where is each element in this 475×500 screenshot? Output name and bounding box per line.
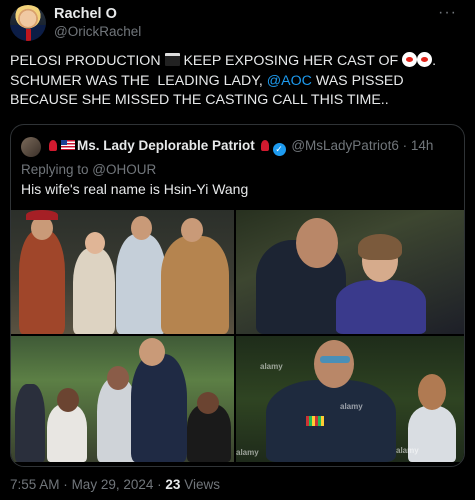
photo-embrace[interactable] xyxy=(236,210,464,334)
replying-prefix: Replying to xyxy=(21,162,93,177)
avatar-tie xyxy=(26,29,31,41)
quoted-timestamp[interactable]: 14h xyxy=(411,138,434,153)
figure-head xyxy=(57,388,79,412)
separator-dot: · xyxy=(157,477,162,492)
figure xyxy=(266,380,396,462)
sunglasses xyxy=(320,356,350,363)
views-label: Views xyxy=(184,477,220,492)
figure-head xyxy=(107,366,129,390)
separator-dot: · xyxy=(402,138,408,153)
figure xyxy=(116,234,166,334)
avatar[interactable] xyxy=(10,5,46,41)
views-count: 23 xyxy=(165,477,181,492)
tweet: Rachel O @OrickRachel ··· PELOSI PRODUCT… xyxy=(0,0,475,500)
figure-head xyxy=(197,392,219,414)
figure xyxy=(19,230,65,334)
rose-icon xyxy=(260,140,269,151)
verified-badge-icon: ✓ xyxy=(272,143,286,156)
replying-to: Replying to @OHOUR xyxy=(21,162,156,177)
replying-to-handle[interactable]: @OHOUR xyxy=(92,162,156,177)
watermark: alamy xyxy=(260,362,283,371)
figure-head xyxy=(139,338,165,366)
quoted-text: His wife's real name is Hsin-Yi Wang xyxy=(21,181,249,197)
ribbons xyxy=(306,416,324,426)
figure xyxy=(161,236,229,334)
us-flag-icon xyxy=(61,140,75,150)
tweet-text-segment: PELOSI PRODUCTION xyxy=(10,53,165,69)
figure-head xyxy=(85,232,105,254)
figure xyxy=(131,354,187,462)
clapperboard-icon xyxy=(164,53,180,66)
tweet-text-segment: KEEP EXPOSING HER CAST OF xyxy=(179,53,403,69)
quoted-header: Ms. Lady Deplorable Patriot ✓ @MsLadyPat… xyxy=(47,138,433,156)
quoted-avatar[interactable] xyxy=(21,137,41,157)
figure xyxy=(336,280,426,334)
figure-head xyxy=(418,374,446,410)
figure-head xyxy=(181,218,203,242)
separator-dot: · xyxy=(63,477,68,492)
photo-group-party[interactable] xyxy=(11,210,234,334)
watermark: alamy xyxy=(340,402,363,411)
ellipsis-icon[interactable]: ··· xyxy=(438,4,457,22)
photo-ceremony-crowd[interactable] xyxy=(11,336,234,462)
rose-icon xyxy=(49,140,57,151)
author-name[interactable]: Rachel O xyxy=(54,6,117,22)
quoted-tweet[interactable]: Ms. Lady Deplorable Patriot ✓ @MsLadyPat… xyxy=(10,124,465,467)
red-hat xyxy=(26,210,58,220)
photo-military-officer[interactable]: alamy alamy alamy alamy xyxy=(236,336,464,462)
post-date[interactable]: May 29, 2024 xyxy=(72,477,154,492)
media-grid: alamy alamy alamy alamy xyxy=(11,210,464,462)
quoted-author-handle[interactable]: @MsLadyPatriot6 xyxy=(291,138,399,153)
watermark: alamy xyxy=(236,448,259,457)
quoted-author-name[interactable]: Ms. Lady Deplorable Patriot xyxy=(77,138,255,153)
hair xyxy=(358,234,402,260)
clown-face-icon xyxy=(402,52,418,67)
mention-link[interactable]: @AOC xyxy=(267,73,312,89)
post-time[interactable]: 7:55 AM xyxy=(10,477,60,492)
figure-head xyxy=(131,216,152,240)
tweet-text: PELOSI PRODUCTION KEEP EXPOSING HER CAST… xyxy=(10,52,465,111)
author-handle[interactable]: @OrickRachel xyxy=(54,24,141,39)
clown-face-icon xyxy=(417,52,433,67)
figure xyxy=(47,404,87,462)
figure xyxy=(73,248,115,334)
figure xyxy=(15,384,45,462)
watermark: alamy xyxy=(396,446,419,455)
tweet-footer: 7:55 AM · May 29, 2024 · 23 Views xyxy=(10,477,220,492)
figure-head xyxy=(296,218,338,268)
figure-head xyxy=(314,340,354,388)
